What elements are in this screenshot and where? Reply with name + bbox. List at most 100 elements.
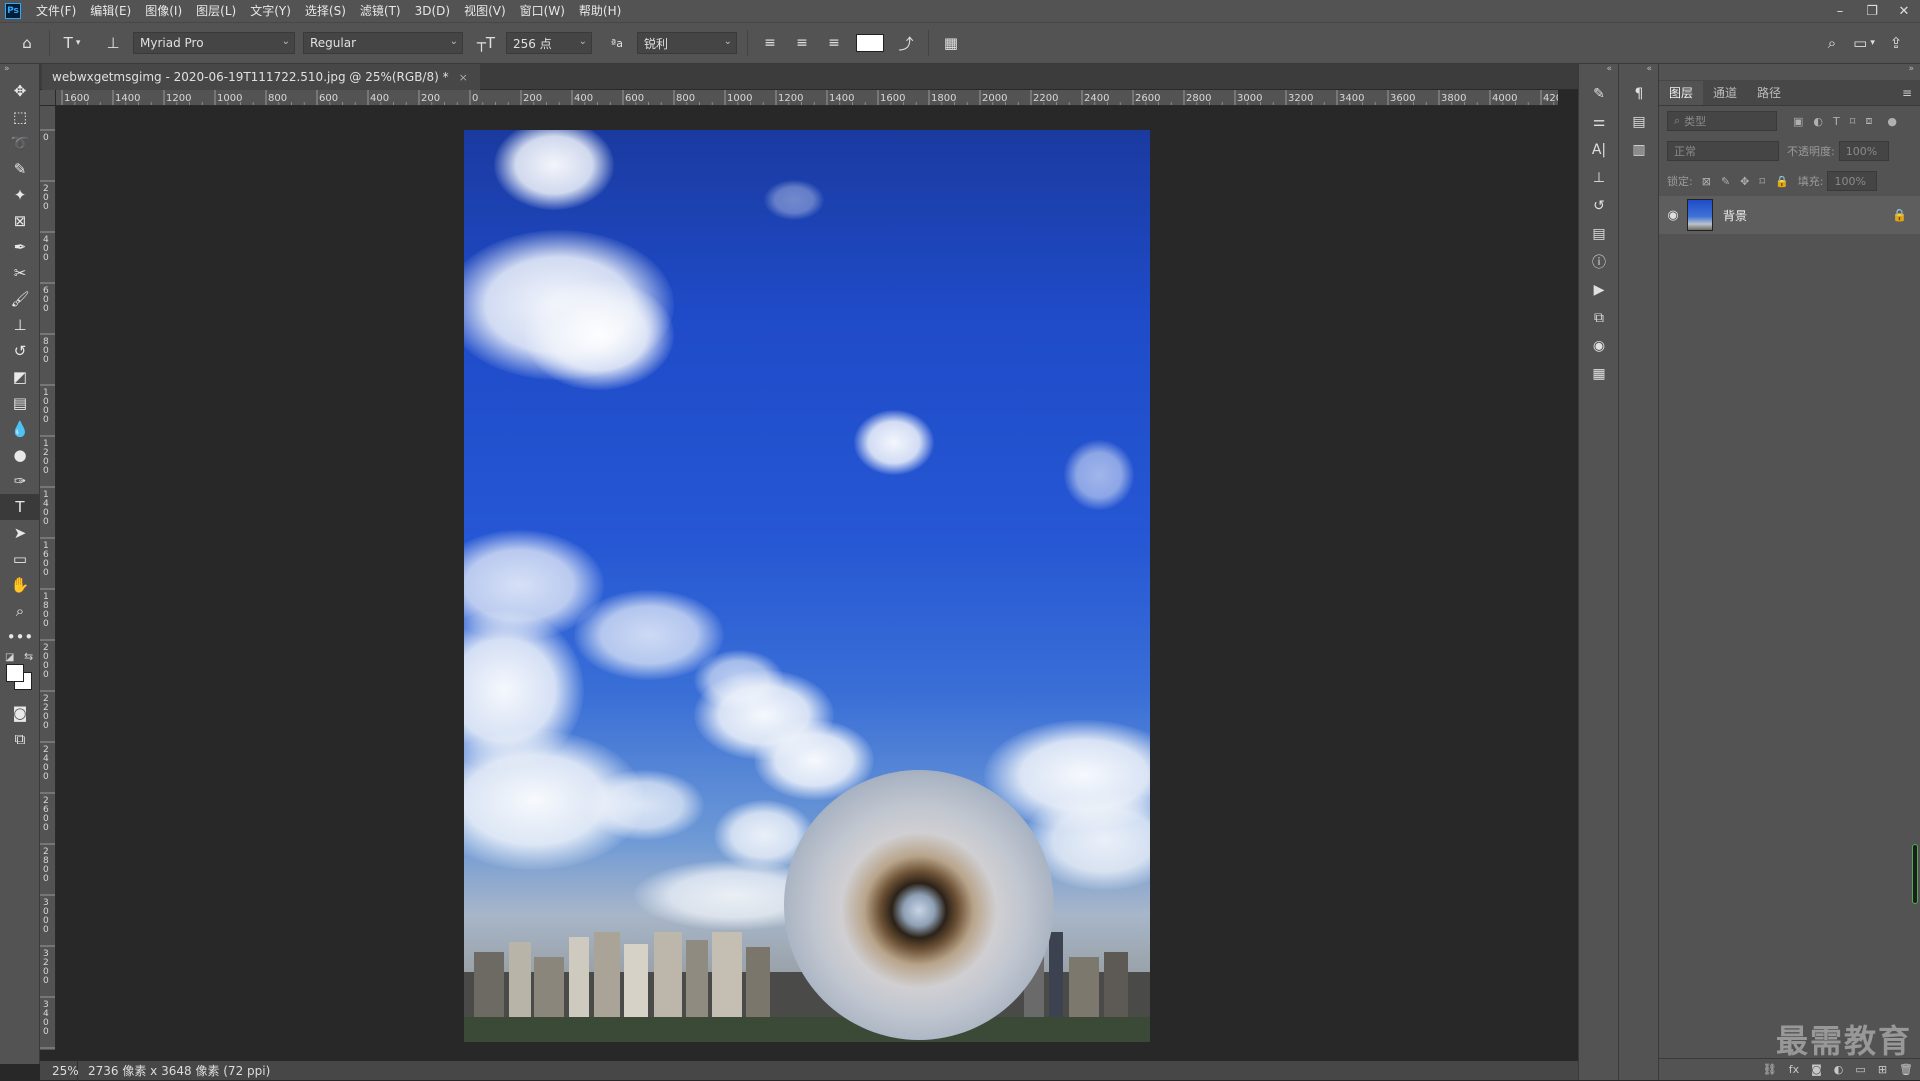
layer-row[interactable]: ◉ 背景 🔒: [1659, 196, 1920, 234]
layer-style-icon[interactable]: fx: [1789, 1063, 1799, 1076]
font-family-select[interactable]: Myriad Pro ⌄: [133, 32, 295, 54]
lock-transparent-icon[interactable]: ⊠: [1702, 175, 1711, 188]
font-style-select[interactable]: Regular ⌄: [303, 32, 463, 54]
character-icon[interactable]: A|: [1579, 136, 1619, 164]
menu-layer[interactable]: 图层(L): [189, 0, 243, 22]
adjustments-icon[interactable]: ⚌: [1579, 108, 1619, 136]
table-icon[interactable]: ▦: [1579, 360, 1619, 388]
home-icon[interactable]: ⌂: [14, 30, 40, 56]
menu-3d[interactable]: 3D(D): [408, 0, 457, 22]
glyphs-icon[interactable]: ▤: [1619, 108, 1659, 136]
menu-view[interactable]: 视图(V): [457, 0, 513, 22]
filter-pixel-icon[interactable]: ▣: [1793, 115, 1803, 128]
document-canvas[interactable]: [464, 130, 1150, 1042]
tool-presets-icon[interactable]: ▤: [1579, 220, 1619, 248]
menu-window[interactable]: 窗口(W): [513, 0, 572, 22]
path-select-tool-icon[interactable]: ➤: [0, 520, 40, 546]
rectangle-tool-icon[interactable]: ▭: [0, 546, 40, 572]
type-tool-preset-icon[interactable]: T ▾: [59, 30, 85, 56]
tab-layers[interactable]: 图层: [1659, 81, 1704, 105]
filter-adjustment-icon[interactable]: ◐: [1813, 115, 1823, 128]
lasso-tool-icon[interactable]: ➰: [0, 130, 40, 156]
info-icon[interactable]: ⓘ: [1579, 248, 1619, 276]
new-layer-icon[interactable]: ⊞: [1878, 1063, 1887, 1076]
layer-name[interactable]: 背景: [1723, 207, 1747, 224]
filter-smart-object-icon[interactable]: ⧈: [1865, 114, 1872, 128]
visibility-eye-icon[interactable]: ◉: [1659, 208, 1687, 223]
actions-play-icon[interactable]: ▶: [1579, 276, 1619, 304]
fill-input[interactable]: 100%: [1827, 171, 1878, 191]
filter-type-icon[interactable]: T: [1833, 115, 1840, 128]
hand-tool-icon[interactable]: ✋: [0, 572, 40, 598]
collapse-icon[interactable]: «: [1579, 64, 1618, 80]
document-info[interactable]: 2736 像素 x 3648 像素 (72 ppi): [78, 1062, 270, 1079]
document-tab[interactable]: webwxgetmsgimg - 2020-06-19T111722.510.j…: [42, 64, 480, 90]
eraser-tool-icon[interactable]: ◩: [0, 364, 40, 390]
blur-tool-icon[interactable]: 💧: [0, 416, 40, 442]
lock-all-icon[interactable]: 🔒: [1775, 175, 1789, 188]
font-size-select[interactable]: 256 点 ⌄: [506, 32, 592, 54]
lock-artboard-icon[interactable]: ⌑: [1759, 175, 1765, 188]
menu-file[interactable]: 文件(F): [29, 0, 83, 22]
eyedropper-tool-icon[interactable]: ✒: [0, 234, 40, 260]
brush-settings-icon[interactable]: ✎: [1579, 80, 1619, 108]
magic-wand-tool-icon[interactable]: ✦: [0, 182, 40, 208]
lock-position-icon[interactable]: ✥: [1740, 175, 1749, 188]
layer-filter-select[interactable]: ⌕ 类型: [1667, 111, 1777, 131]
lock-image-icon[interactable]: ✎: [1721, 175, 1730, 188]
screen-mode-icon[interactable]: ⧉: [0, 726, 40, 752]
menu-type[interactable]: 文字(Y): [243, 0, 298, 22]
history-icon[interactable]: ↺: [1579, 192, 1619, 220]
stamp-tool-icon[interactable]: ⊥: [0, 312, 40, 338]
align-left-icon[interactable]: ≡: [757, 30, 783, 56]
styles-icon[interactable]: ⧉: [1579, 304, 1619, 332]
brush-tool-icon[interactable]: 🖌: [0, 286, 40, 312]
opacity-input[interactable]: 100%: [1838, 141, 1889, 161]
menu-edit[interactable]: 编辑(E): [83, 0, 138, 22]
delete-layer-icon[interactable]: 🗑: [1899, 1063, 1913, 1076]
filter-shape-icon[interactable]: ⌑: [1850, 115, 1856, 128]
frame-tool-icon[interactable]: ⊠: [0, 208, 40, 234]
quick-mask-icon[interactable]: ◙: [0, 700, 40, 726]
menu-help[interactable]: 帮助(H): [572, 0, 628, 22]
tab-paths[interactable]: 路径: [1747, 81, 1791, 105]
type-tool-icon[interactable]: T: [0, 494, 40, 520]
zoom-tool-icon[interactable]: ⌕: [0, 598, 40, 624]
pen-tool-icon[interactable]: ✑: [0, 468, 40, 494]
align-center-icon[interactable]: ≡: [789, 30, 815, 56]
new-adjustment-icon[interactable]: ◐: [1834, 1063, 1844, 1076]
canvas-area[interactable]: [56, 106, 1558, 1060]
menu-filter[interactable]: 滤镜(T): [353, 0, 408, 22]
filter-toggle-icon[interactable]: ●: [1887, 115, 1897, 128]
close-button[interactable]: ✕: [1888, 0, 1920, 22]
collapse-icon[interactable]: »: [1659, 64, 1920, 80]
more-tools-icon[interactable]: •••: [0, 624, 40, 650]
search-icon[interactable]: ⌕: [1819, 30, 1845, 56]
zoom-level[interactable]: 25%: [40, 1060, 79, 1081]
notes-icon[interactable]: ▥: [1619, 136, 1659, 164]
new-group-icon[interactable]: ▭: [1855, 1063, 1865, 1076]
expand-icon[interactable]: »: [0, 64, 39, 78]
antialias-select[interactable]: 锐利 ⌄: [637, 32, 737, 54]
default-colors-icon[interactable]: ◪: [5, 652, 14, 663]
paragraph-icon[interactable]: ¶: [1619, 80, 1659, 108]
3d-icon[interactable]: ◉: [1579, 332, 1619, 360]
warp-text-icon[interactable]: ⤴: [893, 30, 919, 56]
dodge-tool-icon[interactable]: ●: [0, 442, 40, 468]
close-tab-icon[interactable]: ×: [459, 71, 468, 84]
gradient-tool-icon[interactable]: ▤: [0, 390, 40, 416]
text-orientation-icon[interactable]: ⊥: [100, 30, 126, 56]
minimize-button[interactable]: –: [1824, 0, 1856, 22]
workspace-icon[interactable]: ▭ ▾: [1851, 30, 1877, 56]
menu-image[interactable]: 图像(I): [138, 0, 189, 22]
share-icon[interactable]: ⇪: [1883, 30, 1909, 56]
collapse-icon[interactable]: «: [1619, 64, 1658, 80]
menu-select[interactable]: 选择(S): [298, 0, 353, 22]
move-tool-icon[interactable]: ✥: [0, 78, 40, 104]
restore-button[interactable]: ❐: [1856, 0, 1888, 22]
tab-channels[interactable]: 通道: [1703, 81, 1747, 105]
blend-mode-select[interactable]: 正常: [1667, 141, 1779, 161]
add-mask-icon[interactable]: ◙: [1811, 1063, 1822, 1076]
history-brush-tool-icon[interactable]: ↺: [0, 338, 40, 364]
swap-colors-icon[interactable]: ⇆: [24, 650, 33, 663]
